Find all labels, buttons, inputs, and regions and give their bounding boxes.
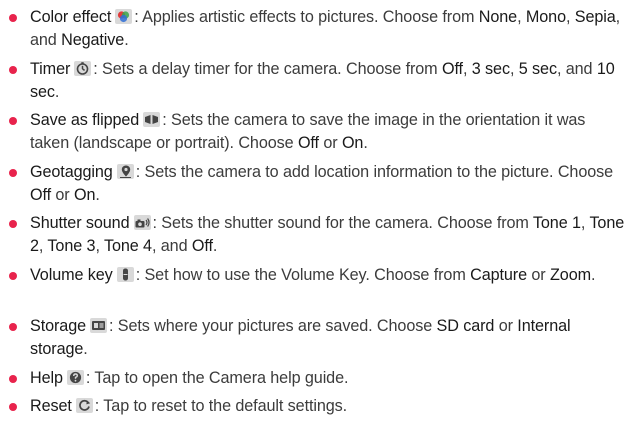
option-sep: , (95, 237, 104, 255)
option-sep: . (124, 31, 129, 49)
item-desc: : Sets the camera to add location inform… (135, 163, 614, 181)
option-sep: , and (556, 60, 597, 78)
storage-icon (90, 318, 107, 333)
option: 5 sec (518, 60, 557, 78)
option: Capture (470, 266, 527, 284)
reset-icon (75, 398, 93, 413)
option-sep: . (212, 237, 218, 255)
bullet (9, 272, 17, 280)
bullet (9, 375, 17, 383)
option: Tone 4 (103, 237, 152, 255)
bullet (9, 323, 17, 331)
list-item-reset: Reset : Tap to reset to the default setti… (8, 395, 627, 418)
item-desc: : Set how to use the Volume Key. Choose … (135, 266, 471, 284)
list-item-timer: Timer : Sets a delay timer for the camera… (8, 58, 627, 104)
help-icon (66, 370, 84, 385)
option-sep: , (517, 8, 526, 26)
option-sep: , and (151, 237, 192, 255)
option-sep: or (318, 134, 342, 152)
list-item-color-effect: Color effect : Applies artistic effects t… (8, 6, 627, 52)
item-term: Color effect (30, 8, 112, 26)
item-desc: : Sets where your pictures are saved. Ch… (109, 317, 437, 335)
option-sep: . (363, 134, 368, 152)
option: 3 sec (471, 60, 510, 78)
volume-key-icon (116, 267, 134, 282)
option-sep: , (509, 60, 519, 78)
option-sep: or (494, 317, 518, 335)
list-item-help: Help : Tap to open the Camera help guide. (8, 367, 627, 390)
option-sep: , (565, 8, 575, 26)
settings-document: Color effect : Applies artistic effects t… (0, 0, 633, 448)
geotagging-icon (116, 164, 134, 179)
option: Off (297, 134, 319, 152)
option: On (341, 134, 364, 152)
list-item-storage: Storage : Sets where your pictures are sa… (8, 315, 627, 361)
bullet (9, 220, 17, 228)
option-sep: . (54, 83, 60, 101)
item-term: Save as flipped (30, 111, 140, 129)
option-sep: or (527, 266, 550, 284)
option: Tone 3 (47, 237, 96, 255)
item-term: Volume key (30, 266, 113, 284)
option-sep: . (590, 266, 596, 284)
bullet (9, 14, 17, 22)
option-sep: , (462, 60, 472, 78)
item-term: Reset (30, 397, 72, 415)
item-desc: : Tap to open the Camera help guide. (85, 369, 349, 387)
option: None (478, 8, 518, 26)
option: On (74, 186, 96, 204)
option-sep: . (83, 340, 88, 358)
color-effect-icon (115, 9, 133, 24)
list-item-shutter-sound: Shutter sound : Sets the shutter sound fo… (8, 212, 627, 258)
option: Negative (61, 31, 125, 49)
option-sep: or (51, 186, 74, 204)
item-term: Storage (30, 317, 86, 335)
option: Off (441, 60, 463, 78)
option: Off (30, 186, 51, 204)
item-desc: : Sets the shutter sound for the camera.… (152, 214, 533, 232)
item-desc: : Sets a delay timer for the camera. Cho… (93, 60, 442, 78)
bullet (9, 169, 17, 177)
option: Mono (525, 8, 566, 26)
item-term: Geotagging (30, 163, 113, 181)
list-item-volume-key: Volume key : Set how to use the Volume Ke… (8, 264, 627, 287)
bullet (9, 66, 17, 74)
option-sep: . (95, 186, 100, 204)
save-as-flipped-icon (143, 112, 161, 127)
option: Off (191, 237, 213, 255)
option: Sepia (574, 8, 616, 26)
item-term: Help (30, 369, 63, 387)
shutter-sound-icon (133, 215, 151, 230)
option: Tone 1 (532, 214, 581, 232)
bullet (9, 403, 17, 411)
option: SD card (436, 317, 495, 335)
bullet (9, 117, 17, 125)
option: Zoom (550, 266, 591, 284)
timer-icon (74, 61, 92, 76)
item-desc: : Applies artistic effects to pictures. … (134, 8, 479, 26)
list-item-save-as-flipped: Save as flipped: Sets the camera to save… (8, 109, 627, 155)
item-term: Timer (30, 60, 71, 78)
list-item-geotagging: Geotagging : Sets the camera to add locat… (8, 161, 627, 207)
item-desc: : Tap to reset to the default settings. (94, 397, 348, 415)
item-term: Shutter sound (30, 214, 130, 232)
